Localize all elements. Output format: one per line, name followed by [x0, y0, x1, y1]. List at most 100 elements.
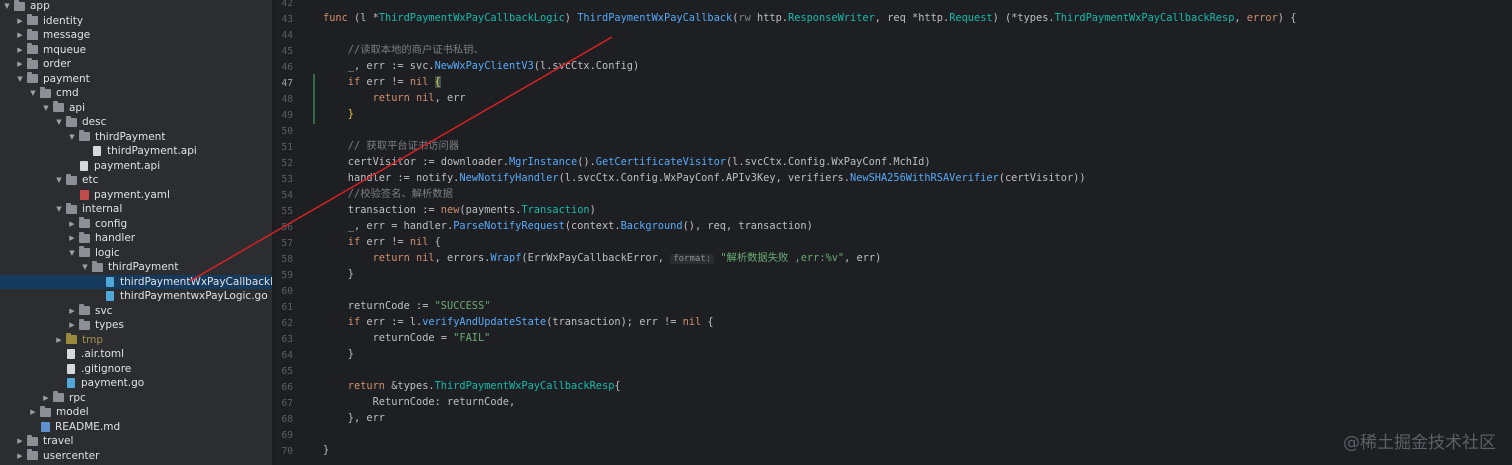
chevron-right-icon[interactable]: ▶ — [67, 321, 77, 329]
chevron-right-icon[interactable]: ▶ — [28, 408, 38, 416]
code-token: , err — [434, 92, 466, 104]
code-line[interactable]: transaction := new(payments.Transaction) — [323, 202, 596, 218]
code-line[interactable]: } — [323, 442, 329, 458]
tree-item-thirdpaymentwxpaylogic-go[interactable]: thirdPaymentwxPayLogic.go — [0, 289, 272, 304]
tree-item-payment-api[interactable]: payment.api — [0, 159, 272, 174]
tree-item-usercenter[interactable]: ▶ usercenter — [0, 449, 272, 464]
code-token: { — [434, 236, 441, 248]
code-line[interactable]: if err != nil { — [323, 74, 441, 90]
code-line[interactable]: func (l *ThirdPaymentWxPayCallbackLogic)… — [323, 10, 1296, 26]
tree-item-thirdpaymentwxpaycallbacklogic[interactable]: thirdPaymentWxPayCallbackLogic — [0, 274, 272, 289]
tree-item-readme-md[interactable]: README.md — [0, 420, 272, 435]
chevron-down-icon[interactable]: ▼ — [80, 263, 90, 271]
code-line[interactable]: if err := l.verifyAndUpdateState(transac… — [323, 314, 714, 330]
code-line[interactable]: } — [323, 106, 354, 122]
chevron-down-icon[interactable]: ▼ — [15, 75, 25, 83]
chevron-down-icon[interactable]: ▼ — [54, 118, 64, 126]
folder-icon — [27, 449, 38, 461]
go-file-icon — [106, 276, 114, 287]
code-token: //读取本地的商户证书私钥、 — [323, 44, 484, 56]
tree-item-order[interactable]: ▶ order — [0, 57, 272, 72]
tree-item-logic[interactable]: ▼ logic — [0, 246, 272, 261]
tree-item-handler[interactable]: ▶ handler — [0, 231, 272, 246]
line-number: 50 — [281, 126, 293, 137]
tree-item-thirdpayment[interactable]: ▼ thirdPayment — [0, 260, 272, 275]
code-token: NewWxPayClientV3 — [434, 60, 534, 72]
code-line[interactable]: } — [323, 346, 354, 362]
tree-item-message[interactable]: ▶ message — [0, 28, 272, 43]
tree-item--air-toml[interactable]: .air.toml — [0, 347, 272, 362]
code-token: if — [323, 316, 367, 328]
tree-item-types[interactable]: ▶ types — [0, 318, 272, 333]
chevron-down-icon[interactable]: ▼ — [28, 89, 38, 97]
chevron-right-icon[interactable]: ▶ — [15, 452, 25, 460]
tree-item-payment[interactable]: ▼ payment — [0, 72, 272, 87]
tree-item-internal[interactable]: ▼ internal — [0, 202, 272, 217]
line-number: 44 — [281, 30, 293, 41]
chevron-right-icon[interactable]: ▶ — [41, 394, 51, 402]
tree-item-model[interactable]: ▶ model — [0, 405, 272, 420]
code-token: (l.svcCtx.Config) — [533, 60, 640, 72]
chevron-down-icon[interactable]: ▼ — [54, 205, 64, 213]
tree-item-mqueue[interactable]: ▶ mqueue — [0, 43, 272, 58]
tree-item-thirdpayment-api[interactable]: thirdPayment.api — [0, 144, 272, 159]
chevron-right-icon[interactable]: ▶ — [67, 220, 77, 228]
code-line[interactable]: return nil, errors.Wrapf(ErrWxPayCallbac… — [323, 250, 881, 266]
chevron-right-icon[interactable]: ▶ — [67, 234, 77, 242]
code-token: returnCode = — [323, 332, 454, 344]
code-line[interactable]: if err != nil { — [323, 234, 441, 250]
code-line[interactable]: return &types.ThirdPaymentWxPayCallbackR… — [323, 378, 621, 394]
line-number: 59 — [281, 270, 293, 281]
code-line[interactable]: _, err = handler.ParseNotifyRequest(cont… — [323, 218, 813, 234]
chevron-right-icon[interactable]: ▶ — [15, 31, 25, 39]
code-line[interactable]: //读取本地的商户证书私钥、 — [323, 42, 484, 58]
chevron-down-icon[interactable]: ▼ — [67, 249, 77, 257]
code-line[interactable]: // 获取平台证书访问器 — [323, 138, 459, 154]
tree-item-api[interactable]: ▼ api — [0, 101, 272, 116]
code-line[interactable]: returnCode := "SUCCESS" — [323, 298, 491, 314]
chevron-down-icon[interactable]: ▼ — [67, 133, 77, 141]
tree-item-payment-go[interactable]: payment.go — [0, 376, 272, 391]
code-token: new — [440, 204, 460, 216]
chevron-right-icon[interactable]: ▶ — [67, 307, 77, 315]
code-line[interactable]: return nil, err — [323, 90, 466, 106]
tree-item--gitignore[interactable]: .gitignore — [0, 362, 272, 377]
tree-item-label: model — [56, 406, 89, 419]
code-line[interactable]: //校验签名、解析数据 — [323, 186, 453, 202]
line-number: 47 — [281, 78, 293, 89]
tree-item-svc[interactable]: ▶ svc — [0, 304, 272, 319]
chevron-right-icon[interactable]: ▶ — [54, 336, 64, 344]
chevron-right-icon[interactable]: ▶ — [15, 437, 25, 445]
chevron-down-icon[interactable]: ▼ — [41, 104, 51, 112]
chevron-down-icon[interactable]: ▼ — [54, 176, 64, 184]
code-line[interactable]: handler := notify.NewNotifyHandler(l.svc… — [323, 170, 1086, 186]
code-line[interactable]: certVisitor := downloader.MgrInstance().… — [323, 154, 931, 170]
tree-item-desc[interactable]: ▼ desc — [0, 115, 272, 130]
tree-item-identity[interactable]: ▶ identity — [0, 14, 272, 29]
tree-item-tmp[interactable]: ▶ tmp — [0, 333, 272, 348]
tree-item-cmd[interactable]: ▼ cmd — [0, 86, 272, 101]
code-token: ThirdPaymentWxPayCallbackResp — [434, 380, 615, 392]
tree-item-thirdpayment[interactable]: ▼ thirdPayment — [0, 130, 272, 145]
tree-item-travel[interactable]: ▶ travel — [0, 434, 272, 449]
code-line[interactable]: } — [323, 266, 354, 282]
tree-item-payment-yaml[interactable]: payment.yaml — [0, 188, 272, 203]
code-line[interactable]: ReturnCode: returnCode, — [323, 394, 516, 410]
tree-item-etc[interactable]: ▼ etc — [0, 173, 272, 188]
tree-item-config[interactable]: ▶ config — [0, 217, 272, 232]
chevron-down-icon[interactable]: ▼ — [2, 2, 12, 10]
tree-item-app[interactable]: ▼ app — [0, 0, 272, 14]
tree-item-rpc[interactable]: ▶ rpc — [0, 391, 272, 406]
tree-item-label: usercenter — [43, 449, 100, 462]
chevron-right-icon[interactable]: ▶ — [15, 46, 25, 54]
code-token: &types. — [391, 380, 435, 392]
project-file-tree[interactable]: ▼ app ▶ identity ▶ message ▶ mqueue ▶ order ▼ payme… — [0, 0, 273, 465]
code-line[interactable]: returnCode = "FAIL" — [323, 330, 491, 346]
code-line[interactable]: }, err — [323, 410, 385, 426]
line-number: 60 — [281, 286, 293, 297]
chevron-right-icon[interactable]: ▶ — [15, 60, 25, 68]
line-number: 58 — [281, 254, 293, 265]
code-line[interactable]: _, err := svc.NewWxPayClientV3(l.svcCtx.… — [323, 58, 639, 74]
chevron-right-icon[interactable]: ▶ — [15, 17, 25, 25]
code-editor[interactable]: func (l *ThirdPaymentWxPayCallbackLogic)… — [323, 0, 1512, 465]
